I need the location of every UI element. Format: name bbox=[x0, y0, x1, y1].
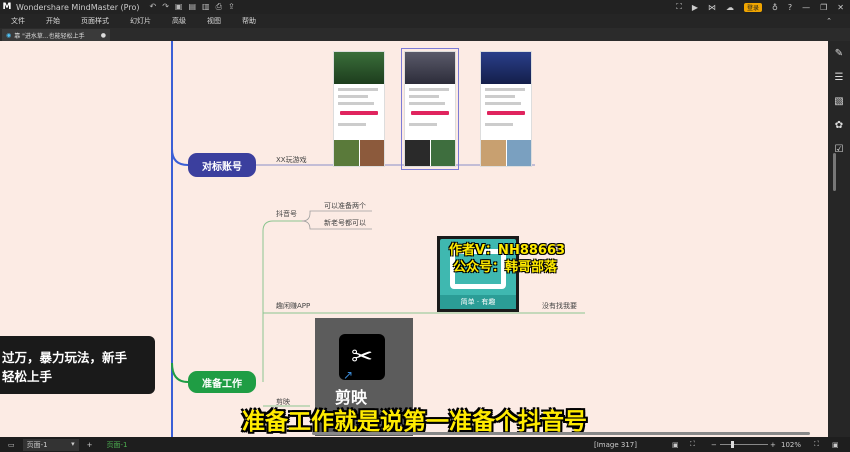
cloud-icon[interactable]: ☁ bbox=[726, 3, 734, 12]
document-tab[interactable]: ◉ 靠 "进水草...也能轻松上手 ● bbox=[2, 29, 110, 41]
page-select[interactable]: 页面-1 ▾ bbox=[22, 438, 79, 451]
export-icon[interactable]: ⇪ bbox=[228, 2, 235, 12]
collapse-ribbon-icon[interactable]: ⌃ bbox=[826, 17, 832, 25]
zoom-level: 102% bbox=[781, 440, 802, 449]
help-icon[interactable]: ? bbox=[788, 3, 792, 12]
zoom-in-icon[interactable]: + bbox=[770, 441, 776, 449]
label-no-find-me[interactable]: 没有找我要 bbox=[542, 301, 577, 311]
root-topic-line1: 过万，暴力玩法，新手 bbox=[2, 350, 128, 365]
add-page-icon[interactable]: + bbox=[87, 441, 93, 449]
page-panel-icon[interactable]: ▭ bbox=[8, 441, 15, 449]
node-target-accounts[interactable]: 对标账号 bbox=[188, 153, 256, 177]
quick-access-toolbar: ↶ ↷ ▣ ▤ ▥ ⎙ ⇪ bbox=[149, 2, 234, 12]
task-icon[interactable]: ☑ bbox=[828, 137, 850, 161]
app-slogan: 简单 · 有趣 bbox=[440, 295, 516, 309]
maximize-icon[interactable]: ❐ bbox=[820, 3, 827, 12]
root-topic-line2: 轻松上手 bbox=[2, 369, 53, 384]
redo-icon[interactable]: ↷ bbox=[162, 2, 169, 12]
document-tab-label: 靠 "进水草...也能轻松上手 bbox=[14, 32, 85, 40]
image-info: [Image 317] bbox=[594, 440, 637, 449]
menu-view[interactable]: 视图 bbox=[207, 16, 221, 26]
dropdown-arrow-icon: ▾ bbox=[71, 439, 75, 448]
menu-help[interactable]: 帮助 bbox=[242, 16, 256, 26]
status-bar: ▭ 页面-1 ▾ + 页面-1 [Image 317] ▣ ⛶ − + 102% … bbox=[0, 437, 850, 452]
theme-icon[interactable]: ♁ bbox=[772, 3, 778, 12]
app-logo-icon: M bbox=[2, 2, 12, 12]
menu-slides[interactable]: 幻灯片 bbox=[130, 16, 151, 26]
undo-icon[interactable]: ↶ bbox=[149, 2, 156, 12]
node-preparation[interactable]: 准备工作 bbox=[188, 371, 256, 393]
menu-start[interactable]: 开始 bbox=[46, 16, 60, 26]
title-bar: M Wondershare MindMaster (Pro) ↶ ↷ ▣ ▤ ▥… bbox=[0, 0, 850, 14]
menu-advanced[interactable]: 高级 bbox=[172, 16, 186, 26]
vertical-scrollbar[interactable] bbox=[833, 153, 836, 191]
login-button[interactable]: 登录 bbox=[744, 2, 763, 12]
reference-screenshot-3[interactable] bbox=[480, 51, 532, 167]
reference-screenshot-2[interactable] bbox=[401, 48, 459, 170]
save-icon[interactable]: ▥ bbox=[202, 2, 210, 12]
menu-page-style[interactable]: 页面样式 bbox=[81, 16, 109, 26]
reference-screenshot-1[interactable] bbox=[333, 51, 385, 167]
label-douyin-account[interactable]: 抖音号 bbox=[276, 209, 297, 219]
minimize-icon[interactable]: — bbox=[802, 3, 810, 12]
page-select-value: 页面-1 bbox=[26, 440, 48, 449]
fullscreen-mode-icon[interactable]: ⛶ bbox=[814, 440, 819, 449]
print-icon[interactable]: ⎙ bbox=[216, 2, 222, 12]
format-paint-icon[interactable]: ✎ bbox=[828, 41, 850, 65]
label-xx-game[interactable]: XX玩游戏 bbox=[276, 155, 307, 165]
new-file-icon[interactable]: ▣ bbox=[175, 2, 183, 12]
play-icon[interactable]: ▶ bbox=[692, 3, 698, 12]
root-topic-box[interactable]: 过万，暴力玩法，新手 轻松上手 bbox=[0, 336, 155, 394]
label-new-old-ok[interactable]: 新老号都可以 bbox=[324, 218, 366, 228]
share-icon[interactable]: ⋈ bbox=[708, 3, 716, 12]
app-title: Wondershare MindMaster (Pro) bbox=[16, 2, 140, 12]
shortcut-arrow-icon: ↗ bbox=[343, 368, 354, 382]
zoom-slider-thumb[interactable] bbox=[731, 441, 734, 448]
clip-art-icon[interactable]: ✿ bbox=[828, 113, 850, 137]
fit-page-icon[interactable]: ▣ bbox=[672, 441, 679, 449]
page-tab-1[interactable]: 页面-1 bbox=[107, 440, 128, 450]
horizontal-scrollbar[interactable] bbox=[312, 432, 810, 435]
image-icon[interactable]: ▧ bbox=[828, 89, 850, 113]
open-file-icon[interactable]: ▤ bbox=[188, 2, 196, 12]
mindmap-canvas[interactable]: 对标账号 准备工作 XX玩游戏 抖音号 可以准备两个 新老号都可以 趣闲赚APP… bbox=[0, 41, 828, 437]
watermark-account: 公众号：韩哥部落 bbox=[453, 260, 558, 275]
zoom-slider[interactable] bbox=[720, 444, 768, 445]
document-tab-bar: ◉ 靠 "进水草...也能轻松上手 ● bbox=[0, 28, 850, 41]
video-subtitle: 准备工作就是说第一准备个抖音号 bbox=[242, 409, 587, 435]
fit-screen-icon[interactable]: ▣ bbox=[832, 441, 839, 449]
outline-list-icon[interactable]: ☰ bbox=[828, 65, 850, 89]
menu-bar: 文件 开始 页面样式 幻灯片 高级 视图 帮助 ⌃ bbox=[0, 14, 850, 28]
label-xianyu-app[interactable]: 趣闲赚APP bbox=[276, 301, 310, 311]
mindmap-file-icon: ◉ bbox=[6, 31, 12, 39]
zoom-out-icon[interactable]: − bbox=[711, 441, 717, 449]
unsaved-dot: ● bbox=[100, 31, 106, 39]
menu-file[interactable]: 文件 bbox=[11, 16, 25, 26]
fullscreen-icon[interactable]: ⛶ bbox=[676, 2, 682, 12]
right-sidebar: ✎ ☰ ▧ ✿ ☑ bbox=[828, 41, 850, 437]
fit-width-icon[interactable]: ⛶ bbox=[690, 440, 695, 449]
close-icon[interactable]: ✕ bbox=[837, 3, 844, 12]
label-two-accounts[interactable]: 可以准备两个 bbox=[324, 201, 366, 211]
